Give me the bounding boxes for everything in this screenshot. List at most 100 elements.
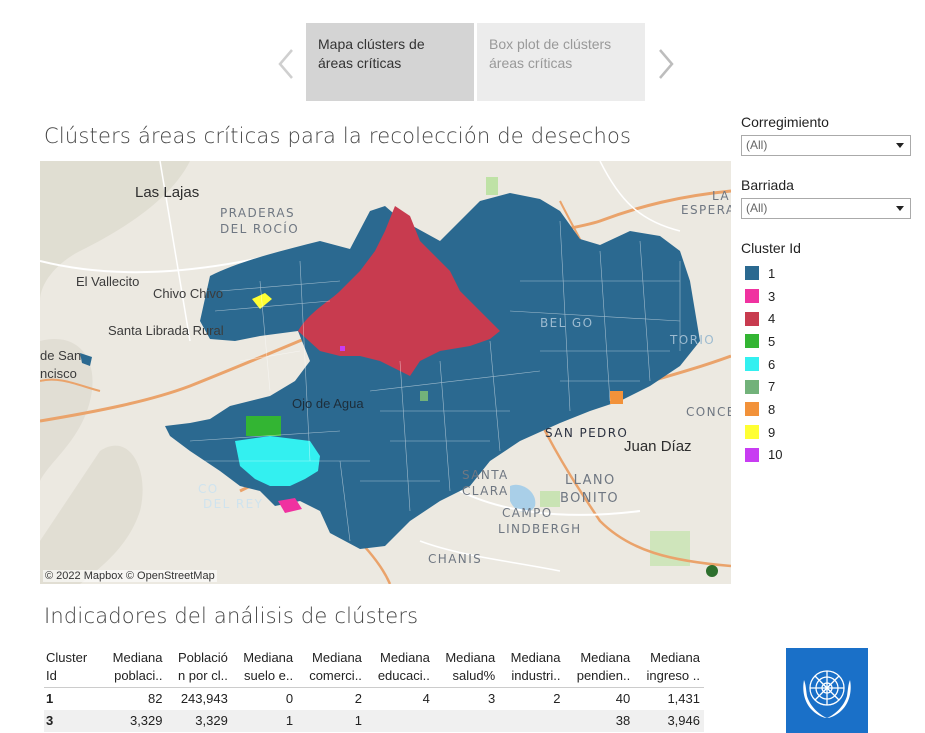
chevron-down-icon <box>896 206 904 211</box>
legend-item-cluster-8[interactable]: 8 <box>745 398 782 421</box>
table-cell: 2 <box>553 691 561 707</box>
table-cell <box>433 709 500 732</box>
barriada-dropdown-value: (All) <box>746 201 768 215</box>
column-header[interactable]: Mediana pendien.. <box>564 648 635 688</box>
corregimiento-dropdown[interactable]: (All) <box>741 135 911 156</box>
map-title: Clústers áreas críticas para la recolecc… <box>44 124 632 148</box>
un-emblem-icon <box>803 669 851 718</box>
table-cell: 3,329 <box>101 709 167 732</box>
cluster-legend: 1 3 4 5 6 7 8 9 10 <box>745 262 782 466</box>
table-cell: 1 <box>297 709 366 732</box>
place-label-chanis: CHANIS <box>428 552 483 566</box>
corregimiento-dropdown-value: (All) <box>746 138 768 152</box>
table-cell: 1 <box>46 691 54 707</box>
map-attribution[interactable]: © 2022 Mapbox © OpenStreetMap <box>43 570 217 582</box>
cluster-map[interactable]: Las Lajas PRADERAS DEL ROCÍO El Vallecit… <box>40 161 731 584</box>
table-cell: 38 <box>564 709 635 732</box>
legend-item-cluster-9[interactable]: 9 <box>745 421 782 444</box>
place-label-juan-diaz: Juan Díaz <box>624 438 692 455</box>
place-label-la: LA <box>712 189 730 203</box>
legend-swatch <box>745 289 759 304</box>
table-cell: 243,943 <box>180 691 228 707</box>
barriada-dropdown[interactable]: (All) <box>741 198 911 219</box>
legend-item-cluster-5[interactable]: 5 <box>745 330 782 353</box>
legend-item-cluster-10[interactable]: 10 <box>745 444 782 467</box>
table-header-row: Cluster Id Mediana poblaci.. Població n por… <box>44 648 704 688</box>
place-label-co: CO <box>198 482 219 496</box>
place-label-espera: ESPERA <box>681 203 731 217</box>
column-header[interactable]: Cluster Id <box>44 648 102 688</box>
legend-label: 4 <box>768 311 776 327</box>
place-label-ncisco: ncisco <box>40 366 77 381</box>
place-label-de-san: de San <box>40 348 82 363</box>
place-label-santa-librada: Santa Librada Rural <box>108 323 224 338</box>
legend-swatch <box>745 379 759 394</box>
place-label-praderas: PRADERAS <box>220 206 295 220</box>
corregimiento-filter-label: Corregimiento <box>741 114 829 130</box>
table-cell <box>499 709 565 732</box>
legend-label: 10 <box>768 447 783 463</box>
legend-label: 5 <box>768 333 776 349</box>
previous-story-point-arrow[interactable] <box>272 44 300 84</box>
indicators-title: Indicadores del análisis de clústers <box>44 604 419 628</box>
table-cell: 3 <box>44 709 102 732</box>
table-cell: 3 <box>487 691 496 707</box>
table-cell: 40 <box>615 691 631 707</box>
table-cell: 1,431 <box>667 691 700 707</box>
legend-item-cluster-1[interactable]: 1 <box>745 262 782 285</box>
column-header[interactable]: Mediana suelo e.. <box>231 648 298 688</box>
table-cell: 4 <box>422 691 430 707</box>
column-header[interactable]: Mediana salud% <box>433 648 500 688</box>
place-label-el-vallecito: El Vallecito <box>76 274 140 289</box>
table-cell: 0 <box>285 691 294 707</box>
legend-item-cluster-7[interactable]: 7 <box>745 375 782 398</box>
column-header[interactable]: Mediana ingreso .. <box>634 648 704 688</box>
place-label-bonito: BONITO <box>560 491 620 506</box>
place-label-chivo-chivo: Chivo Chivo <box>153 286 224 301</box>
barriada-filter-label: Barriada <box>741 177 794 193</box>
legend-item-cluster-3[interactable]: 3 <box>745 285 782 308</box>
un-emblem-logo <box>786 648 868 733</box>
legend-label: 1 <box>768 265 776 281</box>
legend-swatch <box>745 266 759 281</box>
legend-item-cluster-4[interactable]: 4 <box>745 307 782 330</box>
legend-swatch <box>745 357 759 372</box>
place-label-campo: CAMPO <box>502 506 553 520</box>
place-label-lindbergh: LINDBERGH <box>498 522 582 536</box>
legend-item-cluster-6[interactable]: 6 <box>745 353 782 376</box>
next-story-point-arrow[interactable] <box>652 44 680 84</box>
table-cell: 2 <box>354 691 362 707</box>
place-label-bel-go: BEL GO <box>540 316 594 330</box>
table-cell: 3,946 <box>634 709 704 732</box>
place-label-clara: CLARA <box>462 484 509 498</box>
place-label-conce: CONCE <box>686 405 731 419</box>
table-row[interactable]: 3 3,329 3,329 1 1 38 3,946 <box>44 709 704 732</box>
story-tab-box-plot[interactable]: Box plot de clústers áreas críticas <box>477 23 645 101</box>
column-header[interactable]: Població n por cl.. <box>166 648 232 688</box>
story-tab-cluster-map[interactable]: Mapa clústers de áreas críticas <box>306 23 474 101</box>
column-header[interactable]: Mediana poblaci.. <box>101 648 167 688</box>
table-row[interactable]: 1 82 243,943 0 2 4 3 2 40 1,431 <box>44 688 704 710</box>
legend-swatch <box>745 311 759 326</box>
legend-label: 9 <box>768 424 776 440</box>
legend-swatch <box>745 447 759 462</box>
legend-swatch <box>745 334 759 349</box>
map-canvas[interactable] <box>40 161 731 584</box>
column-header[interactable]: Mediana industri.. <box>499 648 565 688</box>
place-label-ojo-de-agua: Ojo de Agua <box>292 396 364 411</box>
table-cell: 82 <box>148 691 163 707</box>
legend-swatch <box>745 425 759 440</box>
place-label-san-pedro: SAN PEDRO <box>545 426 629 440</box>
table-cell: 1 <box>231 709 298 732</box>
legend-label: 3 <box>768 288 776 304</box>
indicators-table: Cluster Id Mediana poblaci.. Població n por… <box>44 648 704 732</box>
legend-label: 8 <box>768 401 776 417</box>
place-label-las-lajas: Las Lajas <box>135 184 200 201</box>
place-label-santa: SANTA <box>462 468 509 482</box>
place-label-del-rey: DEL REY <box>203 497 264 511</box>
legend-label: 6 <box>768 356 776 372</box>
column-header[interactable]: Mediana educaci.. <box>365 648 434 688</box>
column-header[interactable]: Mediana comerci.. <box>297 648 366 688</box>
table-cell: 3,329 <box>166 709 232 732</box>
cluster-legend-title: Cluster Id <box>741 240 801 256</box>
